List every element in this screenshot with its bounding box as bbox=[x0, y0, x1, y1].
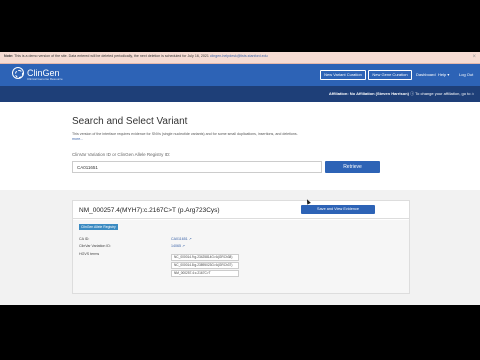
hgvs-term: NC_000014.8:g.23895023G>A(GRCh37) bbox=[171, 262, 239, 269]
variant-id-input[interactable] bbox=[72, 161, 322, 173]
more-link[interactable]: more... bbox=[72, 137, 83, 141]
retrieve-button[interactable]: Retrieve bbox=[325, 161, 380, 173]
hgvs-terms-label: HGVS terms bbox=[79, 252, 100, 256]
home-icon[interactable]: ⌂ bbox=[472, 91, 474, 96]
search-description: This version of the interface requires e… bbox=[72, 132, 342, 142]
external-link-icon: ↗ bbox=[182, 244, 186, 248]
variant-details: ClinGen Allele Registry CA ID: CA011651↗… bbox=[73, 220, 409, 293]
notice-prefix: Note: bbox=[4, 54, 14, 58]
helpdesk-link[interactable]: clingen-helpdesk@lists.stanford.edu bbox=[210, 54, 268, 58]
variant-id-label: ClinVar Variation ID or ClinGen Allele R… bbox=[72, 152, 171, 157]
affiliation-change-text: To change your affiliation, go to bbox=[415, 91, 471, 96]
hgvs-term: NC_000014.9:g.23425814G>A(GRCh38) bbox=[171, 254, 239, 261]
page-title: Search and Select Variant bbox=[72, 116, 188, 127]
notice-text: This is a demo version of the site. Data… bbox=[14, 54, 209, 58]
variant-panel-header: NM_000257.4(MYH7):c.2167C>T (p.Arg723Cys… bbox=[73, 201, 409, 219]
clingen-logo-icon bbox=[12, 67, 24, 79]
clinvar-id-label: ClinVar Variation ID: bbox=[79, 244, 112, 248]
description-text: This version of the interface requires e… bbox=[72, 132, 298, 136]
affiliation-label: Affiliation: bbox=[328, 91, 349, 96]
help-menu[interactable]: Help ▾ bbox=[438, 72, 449, 78]
allele-registry-badge: ClinGen Allele Registry bbox=[79, 224, 118, 230]
new-gene-curation-button[interactable]: New Gene Curation bbox=[368, 70, 412, 80]
clinvar-id-link[interactable]: 14065↗ bbox=[171, 244, 185, 248]
affiliation-info: Affiliation: No Affiliation (Steven Harr… bbox=[329, 91, 474, 97]
variant-result-panel: NM_000257.4(MYH7):c.2167C>T (p.Arg723Cys… bbox=[72, 200, 410, 294]
save-and-view-evidence-button[interactable]: Save and View Evidence bbox=[301, 205, 375, 214]
logo-subtitle: Clinical Genome Resource bbox=[27, 77, 63, 81]
ca-id-link[interactable]: CA011651↗ bbox=[171, 237, 192, 241]
close-icon[interactable]: × bbox=[472, 54, 476, 60]
top-navigation: ClinGen Clinical Genome Resource New Var… bbox=[0, 64, 480, 86]
dashboard-link[interactable]: Dashboard bbox=[416, 72, 436, 78]
logout-link[interactable]: Log Out bbox=[459, 72, 473, 78]
chevron-down-icon: ▾ bbox=[447, 72, 450, 77]
ca-id-label: CA ID: bbox=[79, 237, 90, 241]
clingen-logo[interactable]: ClinGen Clinical Genome Resource bbox=[12, 67, 63, 81]
info-icon: ⓘ bbox=[410, 91, 415, 96]
help-label: Help bbox=[438, 72, 447, 77]
affiliation-bar: Affiliation: No Affiliation (Steven Harr… bbox=[0, 86, 480, 102]
ca-id-value: CA011651 bbox=[171, 237, 188, 241]
new-variant-curation-button[interactable]: New Variant Curation bbox=[320, 70, 366, 80]
hgvs-term: NM_000257.4:c.2167C>T bbox=[171, 270, 239, 277]
affiliation-value: No Affiliation (Steven Harrison) bbox=[349, 91, 409, 96]
demo-notice-banner: Note: This is a demo version of the site… bbox=[0, 52, 480, 64]
clinvar-id-value: 14065 bbox=[171, 244, 181, 248]
variant-title: NM_000257.4(MYH7):c.2167C>T (p.Arg723Cys… bbox=[79, 207, 220, 214]
external-link-icon: ↗ bbox=[188, 237, 192, 241]
